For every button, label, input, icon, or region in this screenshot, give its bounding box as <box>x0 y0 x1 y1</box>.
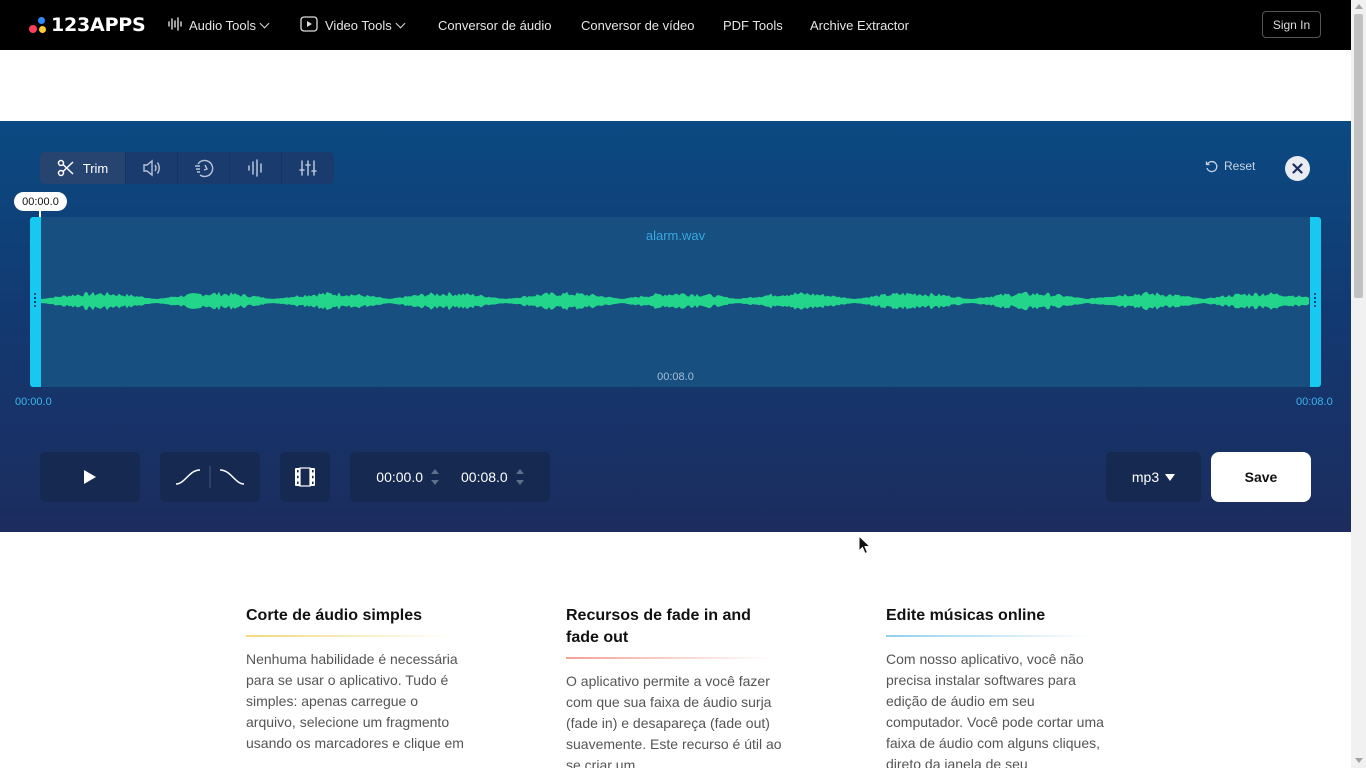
tab-equalizer[interactable] <box>282 152 334 184</box>
fade-out-icon <box>219 469 245 485</box>
fade-in-button[interactable] <box>173 465 203 489</box>
scroll-thumb[interactable] <box>1354 14 1363 298</box>
arrow-up-icon[interactable] <box>515 469 524 474</box>
logo-icon <box>29 15 49 35</box>
duration-label: 00:08.0 <box>657 371 694 383</box>
waveform-icon <box>247 159 262 177</box>
feature-card: Edite músicas online Com nosso aplicativ… <box>886 605 1111 768</box>
tab-speed[interactable] <box>178 152 230 184</box>
feature-card: Corte de áudio simples Nenhuma habilidad… <box>246 605 471 754</box>
feature-text: Nenhuma habilidade é necessária para se … <box>246 651 464 751</box>
file-name: alarm.wav <box>645 228 706 243</box>
feature-text: O aplicativo permite a você fazer com qu… <box>566 673 782 768</box>
fade-out-button[interactable] <box>217 465 247 489</box>
volume-icon <box>142 159 160 177</box>
nav-video-tools-label: Video Tools <box>325 17 392 33</box>
nav-audio-converter[interactable]: Conversor de áudio <box>438 0 551 50</box>
logo-text: 123APPS <box>51 14 146 36</box>
nav-audio-tools[interactable]: Audio Tools <box>168 0 270 50</box>
mouse-cursor-icon <box>858 535 872 555</box>
audio-waveform[interactable] <box>41 271 1310 331</box>
top-navbar: 123APPS Audio Tools Video Tools Converso… <box>0 0 1351 50</box>
scissors-icon <box>57 159 74 177</box>
nav-archive-extractor[interactable]: Archive Extractor <box>810 0 909 50</box>
trim-end-input[interactable]: 00:08.0 <box>461 469 508 485</box>
feature-title: Edite músicas online <box>886 607 1046 624</box>
nav-audio-tools-label: Audio Tools <box>189 17 256 33</box>
equalizer-icon <box>299 160 317 176</box>
tab-trim[interactable]: Trim <box>40 152 126 184</box>
trim-start-stepper[interactable] <box>431 469 439 485</box>
timeline-end-label: 00:08.0 <box>1296 396 1333 408</box>
nav-video-tools[interactable]: Video Tools <box>300 0 406 50</box>
reset-label: Reset <box>1224 159 1256 173</box>
feature-text: Com nosso aplicativo, você não precisa i… <box>886 651 1104 768</box>
close-icon <box>1292 163 1303 174</box>
arrow-up-icon[interactable] <box>431 469 439 474</box>
timeline-start-label: 00:00.0 <box>15 396 52 408</box>
close-button[interactable] <box>1285 156 1310 181</box>
audio-wave-icon <box>168 16 182 34</box>
nav-pdf-tools[interactable]: PDF Tools <box>723 0 783 50</box>
play-icon <box>84 470 96 484</box>
fade-divider <box>209 466 211 488</box>
feature-title: Recursos de fade in and fade out <box>566 607 751 646</box>
feature-underline <box>886 635 1091 637</box>
logo[interactable]: 123APPS <box>29 14 146 36</box>
trim-time-inputs: 00:00.0 00:08.0 <box>350 452 550 502</box>
arrow-down-icon[interactable] <box>515 480 524 485</box>
reset-icon <box>1205 160 1218 172</box>
arrow-down-icon[interactable] <box>431 480 439 485</box>
scroll-up-arrow-icon[interactable] <box>1355 4 1363 9</box>
fade-in-icon <box>175 469 201 485</box>
feature-underline <box>566 657 771 659</box>
video-play-icon <box>300 15 318 35</box>
sign-in-button[interactable]: Sign In <box>1262 11 1321 38</box>
chevron-down-icon <box>259 18 270 28</box>
tab-volume[interactable] <box>126 152 178 184</box>
trim-mode-button[interactable] <box>280 452 330 502</box>
tab-trim-label: Trim <box>82 160 109 176</box>
speed-icon <box>194 159 213 178</box>
fade-controls <box>160 452 260 502</box>
feature-title: Corte de áudio simples <box>246 607 423 624</box>
editor-toolbar: Trim <box>40 152 334 184</box>
audio-editor: Trim Reset 00:00.0 alarm.wav 00:08.0 00:… <box>0 121 1351 532</box>
page-scrollbar[interactable] <box>1351 0 1366 768</box>
feature-card: Recursos de fade in and fade out O aplic… <box>566 605 791 768</box>
scroll-down-arrow-icon[interactable] <box>1355 758 1363 763</box>
playhead-time-label: 00:00.0 <box>14 192 67 211</box>
film-strip-icon <box>295 467 315 487</box>
play-button[interactable] <box>40 452 140 502</box>
format-select[interactable]: mp3 <box>1106 452 1201 502</box>
grip-icon <box>34 293 36 307</box>
reset-button[interactable]: Reset <box>1205 159 1255 173</box>
save-button[interactable]: Save <box>1211 452 1311 502</box>
trim-start-input[interactable]: 00:00.0 <box>376 469 423 485</box>
caret-down-icon <box>1165 473 1176 481</box>
feature-underline <box>246 635 451 637</box>
tab-waveform[interactable] <box>230 152 282 184</box>
trim-end-stepper[interactable] <box>515 469 524 485</box>
chevron-down-icon <box>395 18 406 28</box>
waveform-shape <box>41 291 1309 311</box>
grip-icon <box>1314 293 1316 307</box>
nav-video-converter[interactable]: Conversor de vídeo <box>581 0 694 50</box>
format-value: mp3 <box>1131 469 1160 485</box>
